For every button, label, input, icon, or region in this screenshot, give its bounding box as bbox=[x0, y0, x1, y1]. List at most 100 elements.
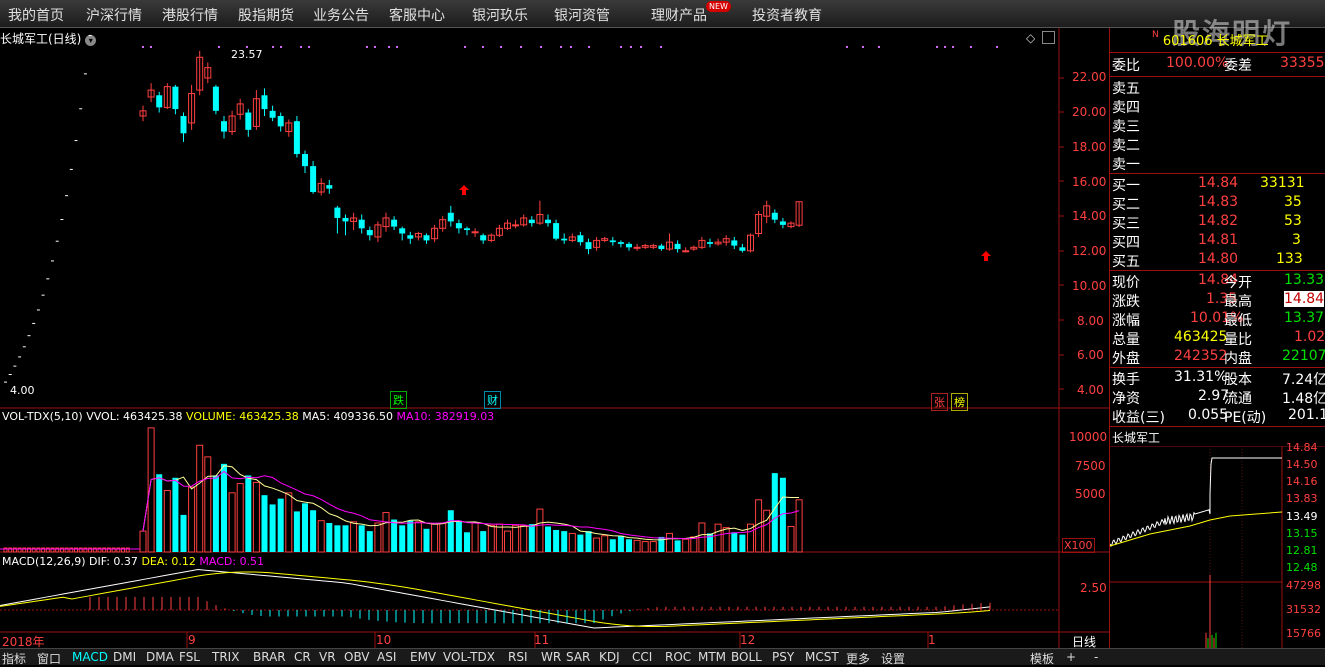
fund-value: 201.1 bbox=[1288, 407, 1325, 423]
tab-23[interactable]: MCST bbox=[805, 650, 839, 664]
candle-body bbox=[269, 110, 276, 118]
tab-19[interactable]: ROC bbox=[665, 650, 691, 664]
mini-price-tick: 13.49 bbox=[1286, 510, 1318, 523]
tab-16[interactable]: SAR bbox=[566, 650, 590, 664]
buy-row: 买四 14.81 3 bbox=[1112, 232, 1324, 251]
price-tick: 18.00 bbox=[1072, 140, 1107, 154]
weibi-row: 委比 100.00% 委差 33355 bbox=[1112, 55, 1325, 74]
macd-dif-value: DIF: 0.37 bbox=[89, 555, 138, 568]
x-label-month: 10 bbox=[376, 633, 392, 647]
tab-8[interactable]: CR bbox=[294, 650, 311, 664]
cai-marker[interactable]: 财 bbox=[484, 391, 501, 409]
buy-price: 14.81 bbox=[1198, 232, 1239, 248]
fund-value: 7.24亿 bbox=[1282, 372, 1325, 388]
tab-4[interactable]: DMA bbox=[146, 650, 174, 664]
bottom-right-control-2[interactable]: - bbox=[1094, 650, 1098, 664]
stat-label: 总量 bbox=[1112, 332, 1140, 348]
volume-bar bbox=[391, 519, 398, 552]
tab-25[interactable]: 设置 bbox=[881, 650, 905, 667]
signal-dot bbox=[272, 46, 274, 48]
vvol-value: VVOL: 463425.38 bbox=[86, 410, 183, 423]
volume-bar bbox=[682, 538, 690, 553]
tab-10[interactable]: OBV bbox=[344, 650, 370, 664]
sell-5-label: 卖五 bbox=[1112, 81, 1140, 97]
volume-bar bbox=[350, 521, 358, 553]
vol-name[interactable]: VOL-TDX(5,10) bbox=[2, 410, 83, 423]
window-toggle-icon[interactable] bbox=[1042, 31, 1055, 44]
stat-value: 13.37 bbox=[1284, 310, 1325, 326]
volume-bar bbox=[180, 514, 187, 552]
vol-ma5-value: MA5: 409336.50 bbox=[302, 410, 393, 423]
candle-body bbox=[455, 223, 462, 229]
stat-label: 涨跌 bbox=[1112, 294, 1140, 310]
buy-row: 买五 14.80 133 bbox=[1112, 251, 1324, 270]
volume-bar bbox=[577, 534, 584, 552]
quote-panel: N 601606 长城军工 委比 100.00% 委差 33355 卖五 卖四 … bbox=[1109, 28, 1325, 664]
bottom-right-control-0[interactable]: 模板 bbox=[1030, 650, 1054, 667]
candle-body bbox=[180, 116, 187, 134]
vol-tick: 10000 bbox=[1069, 430, 1108, 444]
diamond-icon[interactable]: ◇ bbox=[1026, 31, 1035, 45]
sell-3-label: 卖三 bbox=[1112, 119, 1140, 135]
macd-name[interactable]: MACD(12,26,9) bbox=[2, 555, 86, 568]
die-marker[interactable]: 跌 bbox=[390, 391, 407, 409]
volume-bar bbox=[609, 539, 616, 552]
tab-21[interactable]: BOLL bbox=[731, 650, 762, 664]
weicha-value: 33355 bbox=[1280, 55, 1325, 71]
volume-bar bbox=[374, 522, 382, 553]
candle-body bbox=[471, 231, 479, 234]
stat-value: 13.33 bbox=[1284, 272, 1325, 288]
signal-dot bbox=[300, 46, 302, 48]
candle-body bbox=[156, 95, 163, 108]
tab-13[interactable]: VOL-TDX bbox=[443, 650, 495, 664]
tab-11[interactable]: ASI bbox=[377, 650, 396, 664]
tab-1[interactable]: 窗口 bbox=[37, 650, 61, 667]
weicha-label: 委差 bbox=[1224, 58, 1252, 74]
candle-body bbox=[553, 223, 560, 239]
candle-body bbox=[779, 221, 786, 225]
tab-5[interactable]: FSL bbox=[179, 650, 200, 664]
tab-14[interactable]: RSI bbox=[508, 650, 528, 664]
bang-marker[interactable]: 榜 bbox=[951, 393, 968, 411]
volume-bar bbox=[269, 504, 276, 552]
volume-bar bbox=[617, 535, 624, 552]
volume-bar bbox=[156, 474, 163, 552]
mini-price-tick: 14.50 bbox=[1286, 458, 1318, 471]
volume-bar bbox=[649, 541, 657, 553]
volume-bar bbox=[585, 531, 592, 552]
buy-label: 买一 bbox=[1112, 178, 1140, 194]
stat-row: 外盘 242352内盘 221073 bbox=[1112, 348, 1325, 367]
candle-body bbox=[674, 243, 681, 250]
signal-dot bbox=[878, 46, 880, 48]
tab-20[interactable]: MTM bbox=[698, 650, 726, 664]
volume-bar bbox=[536, 508, 544, 553]
tab-7[interactable]: BRAR bbox=[253, 650, 286, 664]
tab-0[interactable]: 指标 bbox=[2, 650, 26, 667]
tab-3[interactable]: DMI bbox=[113, 650, 136, 664]
tab-12[interactable]: EMV bbox=[410, 650, 436, 664]
candle-body bbox=[626, 243, 632, 248]
tab-17[interactable]: KDJ bbox=[599, 650, 620, 664]
volume-bar bbox=[342, 525, 349, 552]
buy-price: 14.83 bbox=[1198, 194, 1239, 210]
tab-18[interactable]: CCI bbox=[632, 650, 652, 664]
volume-bar bbox=[326, 523, 333, 552]
tab-22[interactable]: PSY bbox=[772, 650, 794, 664]
signal-dot bbox=[660, 46, 662, 48]
volume-bar bbox=[366, 531, 373, 552]
volume-bar bbox=[495, 523, 503, 553]
bottom-right-control-1[interactable]: + bbox=[1066, 650, 1076, 664]
vol-ma10-value: MA10: 382919.03 bbox=[396, 410, 495, 423]
tab-2[interactable]: MACD bbox=[72, 650, 108, 664]
candle-body bbox=[261, 95, 268, 110]
tab-6[interactable]: TRIX bbox=[212, 650, 239, 664]
mini-vol-tick: 15766 bbox=[1286, 627, 1321, 640]
volume-bar bbox=[358, 525, 365, 552]
tab-15[interactable]: WR bbox=[541, 650, 561, 664]
stat-label: 涨幅 bbox=[1112, 313, 1140, 329]
tab-9[interactable]: VR bbox=[319, 650, 336, 664]
candle-body bbox=[221, 121, 227, 132]
volume-bar bbox=[568, 532, 576, 553]
tab-24[interactable]: 更多 bbox=[846, 650, 870, 667]
zhang-marker[interactable]: 张 bbox=[931, 393, 948, 411]
